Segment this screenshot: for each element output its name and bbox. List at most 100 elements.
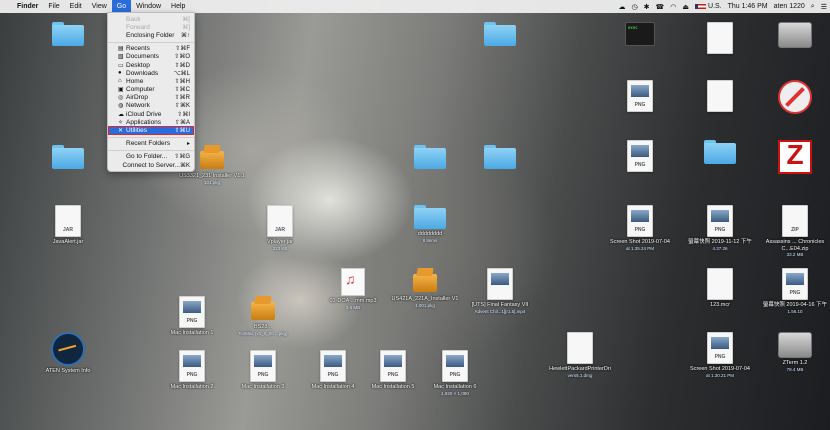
desktop-icon[interactable]: ZTerm 1.2 78.4 MB [760,332,830,372]
file-type-tag: PNG [186,372,198,378]
desktop-icon[interactable]: HewlettPackardPrinterDri vers5.1.dmg [545,332,615,378]
status-area: ☁ ◷ ✱ ☎ ◠ ⏏ U.S. Thu 1:46 PM aten 1220 ⌕… [615,3,830,11]
desktop-icon[interactable]: JAR Vplayer.jar 323 KB [245,205,315,251]
menu-item-label: Documents [126,53,159,61]
desktop-icon[interactable]: PNG 螢幕快照 2019-04-16 下午 1.56.10 [760,268,830,314]
zterm-icon [778,139,812,174]
folder-icon [414,205,446,229]
desktop-icon[interactable]: PNG Mac Installation 6 1,920 × 1,080 [420,350,490,396]
desktop-icon-sublabel: vers5.1.dmg [567,372,593,378]
go-menu-item[interactable]: ▤ Recents ⇧⌘F [108,45,194,53]
menu-item-shortcut: ⇧⌘C [174,87,190,94]
go-menu-item[interactable]: Recent Folders ▸ [108,140,194,148]
go-menu-item[interactable]: ⌂ Home ⇧⌘H [108,77,194,85]
wifi-icon[interactable]: ◠ [667,3,679,11]
desktop-icon[interactable]: JAR JavaAlert.jar [33,205,103,246]
go-menu-item[interactable]: Enclosing Folder ⌘↑ [108,31,194,39]
desktop-icon[interactable]: [UTS] Final Fantasy VII Advent Chil...1][… [465,268,535,314]
menu-item-icon: ◎ [118,95,124,102]
input-source[interactable]: U.S. [692,3,725,10]
desktop-icon-sublabel: 1.001.pkg [415,302,435,308]
desktop-icon[interactable] [685,22,755,56]
go-menu-item[interactable]: ◎ AirDrop ⇧⌘R [108,94,194,102]
menu-finder[interactable]: Finder [12,0,43,13]
desktop-icon[interactable] [685,80,755,114]
notification-center-icon[interactable]: ☰ [818,3,830,11]
menu-separator [108,41,194,43]
doc-file-icon [707,80,733,112]
folder-icon [52,22,84,46]
menu-edit[interactable]: Edit [65,0,87,13]
desktop-icon-sublabel: 78.4 MB [786,366,804,372]
spotlight-icon[interactable]: ⌕ [808,3,818,11]
desktop-icon[interactable]: PNG Screen Shot 2019-07-04 at 1.30.21 PM [685,332,755,378]
desktop-icon[interactable]: dddddddd 8 items [395,205,465,243]
go-menu-item[interactable]: ▣ Computer ⇧⌘C [108,86,194,94]
eject-icon[interactable]: ⏏ [679,3,692,11]
file-type-tag: PNG [257,372,269,378]
menu-file[interactable]: File [43,0,64,13]
desktop-icon[interactable]: PNG Mac Installation 3 [228,350,298,391]
desktop-icon[interactable]: ZIP Assassins ... Chronicles C...E04.zip 3… [760,205,830,258]
desktop-icon[interactable] [685,140,755,166]
menu-separator [108,149,194,151]
desktop-icon[interactable]: BS28... ForMac (v1_0_00 ...pkg) [228,296,298,336]
folder-icon [414,145,446,169]
desktop-icon-sublabel: 8 items [422,237,438,243]
menu-item-icon: ◍ [118,103,124,110]
desktop-icon[interactable]: US421A_221A_Installer V1 1.001.pkg [390,268,460,308]
desktop-icon[interactable]: exec [605,22,675,48]
desktop-icon[interactable]: PNG 螢幕快照 2019-11-12 下午 4.37.26 [685,205,755,251]
desktop-icon[interactable] [760,22,830,50]
desktop-icon[interactable]: PNG [605,140,675,174]
desktop-icon-label: 123.mcr [710,302,730,308]
desktop-icon[interactable] [760,80,830,116]
file-type-tag: ZIP [791,227,799,233]
user-name[interactable]: aten 1220 [771,3,808,10]
menu-item-label: Back [126,15,141,23]
desktop-icon[interactable] [33,145,103,171]
us-flag-icon [694,3,706,9]
file-thumbnail [631,210,649,222]
desktop-icon[interactable] [760,139,830,176]
desktop-icon[interactable]: PNG [605,80,675,114]
go-menu-item[interactable]: ☁ iCloud Drive ⇧⌘I [108,110,194,118]
desktop-icon[interactable]: PNG Mac Installation 5 [358,350,428,391]
desktop-icon[interactable]: PNG Mac Installation 1 [157,296,227,337]
go-menu-item[interactable]: ◍ Network ⇧⌘K [108,102,194,110]
go-menu-item[interactable]: ▧ Documents ⇧⌘O [108,53,194,61]
go-menu-item[interactable]: ▭ Desktop ⇧⌘D [108,61,194,69]
folder-icon [52,145,84,169]
desktop-icon[interactable]: 123.mcr [685,268,755,309]
menu-item-label: Connect to Server... [122,161,180,169]
png-file-icon: PNG [250,350,276,382]
desktop-icon[interactable] [33,22,103,48]
go-menu-item[interactable]: ✕ Utilities ⇧⌘U [108,126,194,135]
phone-icon[interactable]: ☎ [652,3,667,11]
folder-icon [704,140,736,164]
go-menu-item[interactable]: ✧ Applications ⇧⌘A [108,118,194,126]
desktop-icon[interactable] [465,22,535,48]
desktop-icon-label: Mac Installation 1 [170,330,214,336]
png-file-icon: PNG [707,205,733,237]
menu-item-shortcut: ⇧⌘O [174,54,190,61]
bluetooth-icon[interactable]: ✱ [641,3,653,11]
go-menu-item[interactable]: ● Downloads ⌥⌘L [108,69,194,77]
file-thumbnail [446,355,464,367]
go-menu-item[interactable]: Go to Folder... ⇧⌘G [108,153,194,161]
desktop-icon[interactable] [395,145,465,171]
png-file-icon: PNG [627,140,653,172]
desktop-icon[interactable]: PNG Mac Installation 2 [157,350,227,391]
go-menu-item[interactable]: Connect to Server... ⌘K [108,161,194,169]
time-machine-icon[interactable]: ◷ [628,3,640,11]
creative-cloud-icon[interactable]: ☁ [615,3,628,11]
desktop-icon[interactable]: ATEN System Info [33,332,103,375]
desktop-icon[interactable]: PNG Screen Shot 2019-07-04 at 1.35.24 PM [605,205,675,251]
desktop-icon[interactable]: 03-DOA ...mm.mp33.6 MB [318,268,388,310]
desktop-icon-sublabel: ForMac (v1_0_00 ...pkg) [238,330,288,336]
desktop-icon[interactable] [465,145,535,171]
zip-file-icon: ZIP [782,205,808,237]
doc-file-icon [707,268,733,300]
menu-item-label: Enclosing Folder [126,31,175,39]
clock[interactable]: Thu 1:46 PM [725,3,771,10]
